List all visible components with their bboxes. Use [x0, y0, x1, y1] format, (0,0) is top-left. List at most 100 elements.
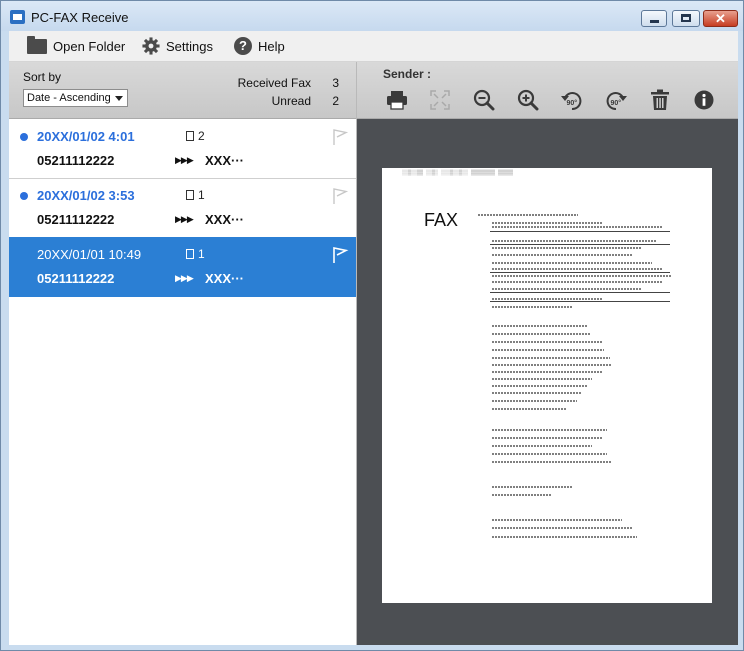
arrow-icon: ▶▶▶: [175, 214, 194, 224]
help-button[interactable]: ? Help: [234, 31, 285, 61]
fax-text-line: [492, 371, 602, 373]
close-button[interactable]: ✕: [703, 10, 738, 27]
fax-text-line: [492, 364, 612, 366]
fit-page-icon: [430, 90, 450, 110]
open-folder-button[interactable]: Open Folder: [27, 31, 125, 61]
list-toolbar: Sort by Date - Ascending Received Fax 3 …: [9, 62, 356, 119]
delete-button[interactable]: [648, 88, 672, 112]
fax-sender: XXX···: [205, 271, 244, 286]
zoom-in-button[interactable]: [516, 88, 540, 112]
fax-text-line: [492, 429, 607, 431]
fax-text-line: [492, 453, 607, 455]
unread-label: Unread: [271, 94, 311, 108]
fax-text-line: [478, 214, 578, 216]
zoom-in-icon: [517, 89, 539, 111]
pc-fax-receive-window: PC-FAX Receive ✕ Open Folder Settings ? …: [0, 0, 744, 651]
fax-text-line: [492, 240, 657, 242]
preview-toolbar: Sender : 90° 90°: [357, 62, 738, 119]
fax-date: 20XX/01/01 10:49: [37, 247, 142, 262]
fax-text-line: [492, 385, 587, 387]
title-bar[interactable]: PC-FAX Receive ✕: [1, 1, 743, 31]
arrow-icon: ▶▶▶: [175, 273, 194, 283]
fax-text-line: [492, 437, 602, 439]
fax-rule-line: [490, 292, 670, 293]
fax-page-count: 2: [198, 129, 205, 143]
fax-rule-line: [490, 244, 670, 245]
sort-dropdown[interactable]: Date - Ascending: [23, 89, 128, 107]
fax-sender: XXX···: [205, 212, 244, 227]
help-label: Help: [258, 38, 285, 54]
fax-page-count: 1: [198, 247, 205, 261]
sort-dropdown-value: Date - Ascending: [27, 92, 111, 104]
window-title: PC-FAX Receive: [31, 10, 129, 25]
app-icon: [10, 10, 25, 24]
page-icon: [186, 249, 194, 259]
fax-text-line: [492, 226, 662, 228]
flag-icon[interactable]: [331, 246, 349, 264]
settings-label: Settings: [166, 38, 213, 54]
fax-text-line: [492, 357, 610, 359]
fax-text-line: [492, 527, 632, 529]
fax-text-line: [492, 349, 604, 351]
fax-text-line: [492, 461, 612, 463]
delete-icon: [651, 89, 669, 110]
fax-rule-line: [490, 231, 670, 232]
fax-text-line: [492, 288, 642, 290]
rotate-right-button[interactable]: 90°: [604, 88, 628, 112]
fax-header-line: ░░▒░░▒▒ ░░▒░ ░░░▒░░▒░░ ▒▒▒▒▒▒▒▒ ▒▒▒▒▒: [402, 170, 514, 176]
print-button[interactable]: [385, 88, 409, 112]
fax-text-line: [492, 325, 587, 327]
fax-list-item[interactable]: 20XX/01/02 4:01 2 05211112222 ▶▶▶ XXX···: [9, 119, 356, 179]
unread-dot-icon: [20, 133, 28, 141]
page-icon: [186, 190, 194, 200]
folder-icon: [27, 35, 47, 54]
open-folder-label: Open Folder: [53, 38, 126, 54]
fax-text-line: [492, 254, 632, 256]
close-icon: ✕: [715, 11, 726, 26]
zoom-out-button[interactable]: [472, 88, 496, 112]
minimize-icon: [650, 20, 659, 23]
fax-text-line: [492, 494, 552, 496]
rotate-right-label: 90°: [611, 99, 622, 107]
fax-text-line: [492, 306, 572, 308]
fax-page-count: 1: [198, 188, 205, 202]
fit-page-button[interactable]: [428, 88, 452, 112]
fax-text-line: [492, 519, 622, 521]
fax-date: 20XX/01/02 4:01: [37, 129, 135, 144]
chevron-down-icon: [115, 96, 123, 101]
arrow-icon: ▶▶▶: [175, 155, 194, 165]
fax-text-line: [492, 408, 567, 410]
menu-bar: Open Folder Settings ? Help: [9, 31, 738, 62]
fax-page-preview[interactable]: ░░▒░░▒▒ ░░▒░ ░░░▒░░▒░░ ▒▒▒▒▒▒▒▒ ▒▒▒▒▒ FA…: [382, 168, 712, 603]
fax-text-line: [492, 247, 642, 249]
fax-rule-line: [490, 301, 670, 302]
fax-text-line: [492, 281, 662, 283]
sender-label: Sender :: [383, 67, 432, 81]
info-button[interactable]: [692, 88, 716, 112]
fax-logo: FAX: [424, 210, 459, 230]
fax-text-line: [492, 341, 602, 343]
fax-text-line: [492, 333, 590, 335]
rotate-left-button[interactable]: 90°: [560, 88, 584, 112]
fax-text-line: [492, 445, 592, 447]
zoom-out-icon: [473, 89, 495, 111]
minimize-button[interactable]: [641, 10, 667, 27]
rotate-left-label: 90°: [567, 99, 578, 107]
fax-text-line: [492, 222, 602, 224]
fax-text-line: [492, 400, 577, 402]
flag-icon[interactable]: [331, 187, 349, 205]
fax-list-item-selected[interactable]: 20XX/01/01 10:49 1 05211112222 ▶▶▶ XXX··…: [9, 237, 356, 297]
page-icon: [186, 131, 194, 141]
unread-count: 2: [332, 94, 339, 108]
received-fax-label: Received Fax: [237, 76, 311, 90]
fax-sender: XXX···: [205, 153, 244, 168]
maximize-button[interactable]: [672, 10, 700, 27]
fax-number: 05211112222: [37, 271, 115, 286]
settings-button[interactable]: Settings: [142, 31, 213, 61]
received-fax-count: 3: [332, 76, 339, 90]
fax-rule-line: [490, 272, 670, 273]
fax-number: 05211112222: [37, 212, 115, 227]
fax-list-panel: Sort by Date - Ascending Received Fax 3 …: [9, 62, 357, 645]
fax-list-item[interactable]: 20XX/01/02 3:53 1 05211112222 ▶▶▶ XXX···: [9, 178, 356, 238]
flag-icon[interactable]: [331, 128, 349, 146]
